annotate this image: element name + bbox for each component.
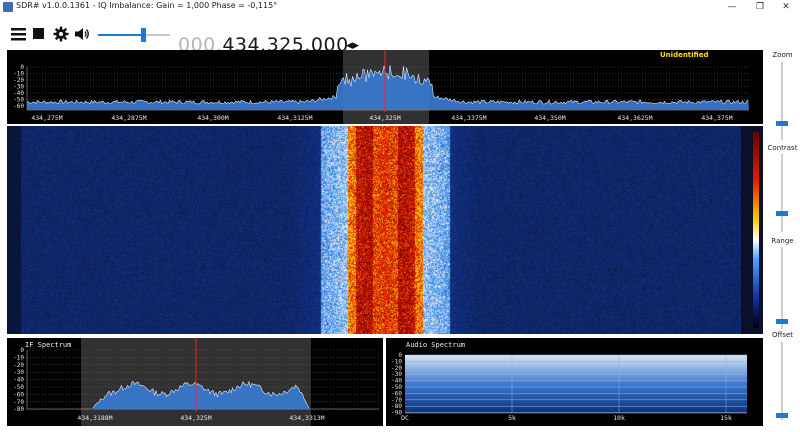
menu-icon[interactable]: [11, 28, 26, 41]
if-freq-label: 434,3313M: [289, 414, 324, 422]
speaker-icon[interactable]: [74, 27, 90, 41]
if-db-label: -80: [13, 406, 24, 413]
if-db-label: -60: [13, 391, 24, 398]
audio-freq-label: 10k: [613, 414, 625, 422]
audio-spectrum-plot[interactable]: 0-10-20-30-40-50-60-70-80-90 DC 5k 10k 15k: [386, 338, 763, 426]
if-db-label: -30: [13, 369, 24, 376]
spectrum-freq-label: 434,3625M: [617, 114, 652, 122]
minimize-button[interactable]: —: [718, 0, 746, 14]
display-controls: Zoom Contrast Range Offset: [765, 50, 800, 432]
contrast-slider-thumb[interactable]: [776, 210, 788, 216]
spectrum-freq-label: 434,3375M: [451, 114, 486, 122]
audio-freq-label: 5k: [508, 414, 516, 422]
close-button[interactable]: ✕: [772, 0, 800, 14]
zoom-slider-thumb[interactable]: [776, 120, 788, 126]
spectrum-db-label: -60: [13, 103, 24, 110]
volume-thumb[interactable]: [140, 28, 146, 42]
station-label: Unidentified: [660, 51, 709, 59]
if-freq-label: 434,3188M: [77, 414, 112, 422]
if-db-label: -20: [13, 362, 24, 369]
waterfall-panel[interactable]: [7, 126, 763, 334]
volume-slider[interactable]: [98, 28, 170, 42]
spectrum-freq-label: 434,300M: [197, 114, 228, 122]
window-title: SDR# v1.0.0.1361 - IQ Imbalance: Gain = …: [16, 1, 278, 10]
offset-track[interactable]: [781, 342, 783, 420]
offset-slider-thumb[interactable]: [776, 413, 788, 419]
if-db-label: -70: [13, 399, 24, 406]
if-spectrum-panel[interactable]: 0 -10 -20 -30 -40 -50 -60 -70 -80 434,3188M 434,3…: [7, 338, 383, 426]
range-track[interactable]: [781, 247, 783, 329]
contrast-track[interactable]: [781, 154, 783, 232]
if-db-label: -10: [13, 354, 24, 361]
gear-icon[interactable]: [53, 26, 69, 42]
spectrum-freq-label: 434,350M: [534, 114, 565, 122]
spectrum-freq-label: 434,2875M: [111, 114, 146, 122]
contrast-label: Contrast: [767, 144, 798, 152]
audio-spectrum-fill: [405, 355, 747, 413]
waterfall-color-scale: [753, 132, 759, 328]
if-spectrum-title: IF Spectrum: [25, 341, 72, 349]
toolbar: 000.434.325.000 ◂▸: [0, 14, 800, 56]
zoom-track[interactable]: [781, 62, 783, 140]
offset-label: Offset: [771, 331, 794, 339]
spectrum-freq-label: 434,325M: [369, 114, 400, 122]
stop-icon[interactable]: [33, 28, 45, 40]
app-icon: [3, 2, 13, 12]
if-freq-label: 434,325M: [180, 414, 211, 422]
if-db-label: -50: [13, 384, 24, 391]
if-db-label: -40: [13, 377, 24, 384]
title-bar: SDR# v1.0.0.1361 - IQ Imbalance: Gain = …: [0, 0, 800, 14]
spectrum-plot[interactable]: 0-10-20-30-40-50-60 434,275M 434,2875M 434…: [7, 50, 763, 124]
range-slider-thumb[interactable]: [776, 318, 788, 324]
range-label: Range: [771, 237, 794, 245]
volume-fill: [98, 34, 143, 36]
spectrum-freq-label: 434,375M: [701, 114, 732, 122]
waterfall-display[interactable]: [7, 126, 741, 334]
audio-freq-label: DC: [401, 414, 409, 422]
audio-spectrum-title: Audio Spectrum: [406, 341, 466, 349]
if-db-label: 0: [20, 347, 24, 354]
maximize-button[interactable]: ❐: [746, 0, 774, 14]
spectrum-freq-label: 434,3125M: [277, 114, 312, 122]
if-spectrum-plot[interactable]: 0-10-20-30-40-50-60-70-80 434,3188M 434,3…: [7, 338, 383, 426]
spectrum-panel[interactable]: 0 -10 -20 -30 -40 -50 -60 434,275M 434,2875M 434…: [7, 50, 763, 124]
zoom-label: Zoom: [772, 51, 793, 59]
audio-spectrum-panel[interactable]: 0 -10 -20 -30 -40 -50 -60 -70 -80 -90 DC 5k 10k 15k …: [386, 338, 763, 426]
spectrum-freq-label: 434,275M: [31, 114, 62, 122]
audio-freq-label: 15k: [720, 414, 732, 422]
